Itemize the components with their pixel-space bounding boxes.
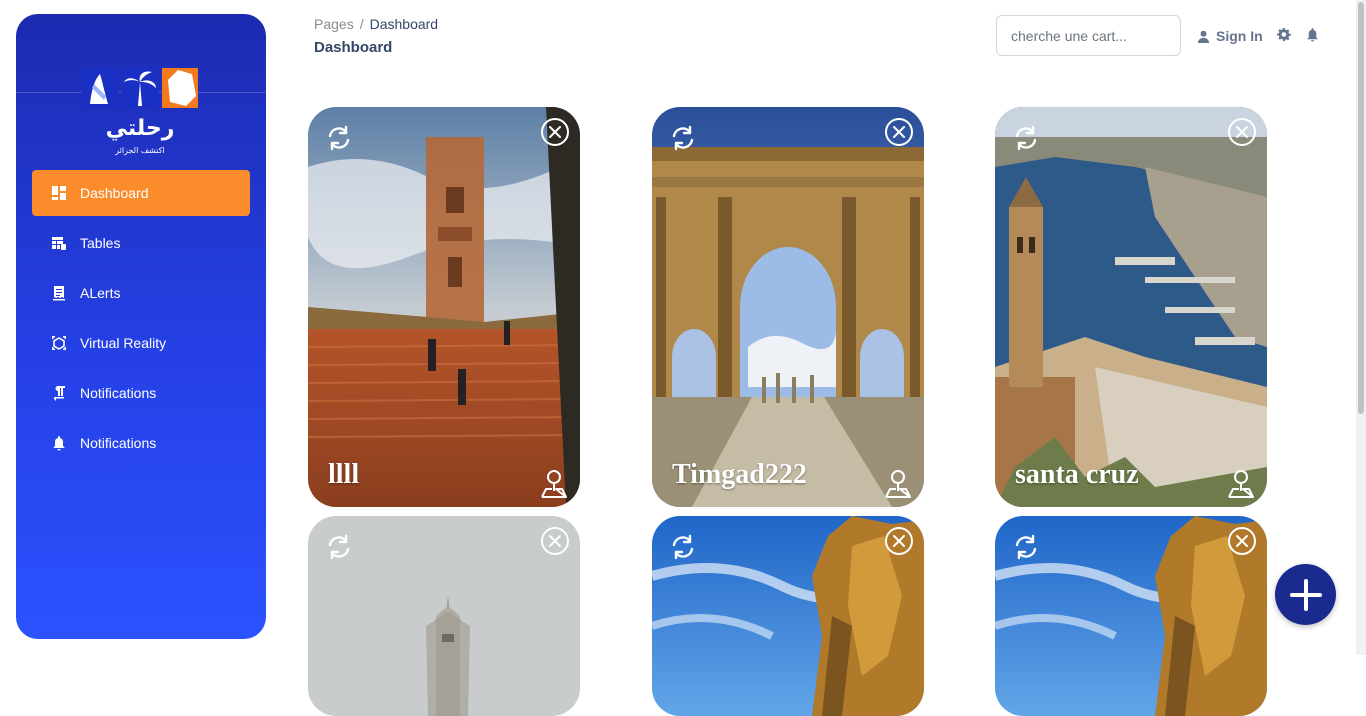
close-icon[interactable] xyxy=(1227,117,1257,147)
sidebar-item-tables[interactable]: Tables xyxy=(32,220,250,266)
bell-icon xyxy=(50,434,68,452)
close-icon[interactable] xyxy=(884,526,914,556)
breadcrumb-root[interactable]: Pages xyxy=(314,16,354,32)
dashboard-icon xyxy=(50,184,68,202)
sidebar-item-notifications-1[interactable]: Notifications xyxy=(32,370,250,416)
refresh-icon[interactable] xyxy=(668,123,698,153)
logo-arabic-text: رحلتي xyxy=(105,116,175,141)
place-card[interactable] xyxy=(308,516,580,716)
place-card[interactable]: llll xyxy=(308,107,580,507)
place-card[interactable] xyxy=(652,516,924,716)
refresh-icon[interactable] xyxy=(324,532,354,562)
sidebar-item-label: Notifications xyxy=(80,385,157,401)
sidebar-item-notifications-2[interactable]: Notifications xyxy=(32,420,250,466)
card-title: santa cruz xyxy=(1015,459,1139,490)
sidebar-item-label: Notifications xyxy=(80,435,157,451)
sign-in-label: Sign In xyxy=(1216,28,1263,44)
breadcrumb: Pages / Dashboard xyxy=(314,16,438,32)
vr-icon xyxy=(50,334,68,352)
card-title: llll xyxy=(328,459,360,490)
tlemcen-mansourah-minaret-photo xyxy=(308,107,580,507)
scrollbar-thumb[interactable] xyxy=(1358,2,1364,414)
timgad-arch-photo xyxy=(652,107,924,507)
format-textdirection-icon xyxy=(50,384,68,402)
add-card-button[interactable] xyxy=(1275,564,1336,625)
close-icon[interactable] xyxy=(1227,526,1257,556)
location-pin-icon[interactable] xyxy=(882,467,914,499)
sidebar: رحلتي اكتشف الجزائر Dashboard Tables ALe… xyxy=(16,14,266,639)
app-logo[interactable]: رحلتي اكتشف الجزائر xyxy=(80,64,200,160)
refresh-icon[interactable] xyxy=(324,123,354,153)
logo-tagline: اكتشف الجزائر xyxy=(115,146,165,155)
refresh-icon[interactable] xyxy=(1011,123,1041,153)
sidebar-item-virtual-reality[interactable]: Virtual Reality xyxy=(32,320,250,366)
gear-icon[interactable] xyxy=(1276,27,1292,43)
breadcrumb-separator: / xyxy=(359,16,364,32)
close-icon[interactable] xyxy=(884,117,914,147)
sidebar-item-label: ALerts xyxy=(80,285,121,301)
place-card[interactable]: santa cruz xyxy=(995,107,1267,507)
sidebar-item-label: Virtual Reality xyxy=(80,335,167,351)
close-icon[interactable] xyxy=(540,117,570,147)
sidebar-item-alerts[interactable]: ALerts xyxy=(32,270,250,316)
oran-santa-cruz-photo xyxy=(995,107,1267,507)
table-icon xyxy=(50,234,68,252)
refresh-icon[interactable] xyxy=(1011,532,1041,562)
card-title: Timgad222 xyxy=(672,459,807,490)
page-title: Dashboard xyxy=(314,39,393,56)
sidebar-nav: Dashboard Tables ALerts Virtual Reality … xyxy=(32,170,250,470)
place-card[interactable] xyxy=(995,516,1267,716)
sign-in-button[interactable]: Sign In xyxy=(1197,27,1263,45)
receipt-icon xyxy=(50,284,68,302)
place-card[interactable]: Timgad222 xyxy=(652,107,924,507)
plus-icon xyxy=(1289,578,1322,611)
bell-icon[interactable] xyxy=(1305,27,1321,43)
location-pin-icon[interactable] xyxy=(538,467,570,499)
close-icon[interactable] xyxy=(540,526,570,556)
breadcrumb-current: Dashboard xyxy=(369,16,439,32)
location-pin-icon[interactable] xyxy=(1225,467,1257,499)
sidebar-item-label: Dashboard xyxy=(80,185,149,201)
sidebar-item-dashboard[interactable]: Dashboard xyxy=(32,170,250,216)
page-scrollbar[interactable] xyxy=(1356,0,1366,655)
search-input[interactable] xyxy=(996,15,1181,56)
user-icon xyxy=(1197,30,1210,43)
refresh-icon[interactable] xyxy=(668,532,698,562)
sidebar-item-label: Tables xyxy=(80,235,121,251)
logo-tiles-icon xyxy=(82,68,198,108)
